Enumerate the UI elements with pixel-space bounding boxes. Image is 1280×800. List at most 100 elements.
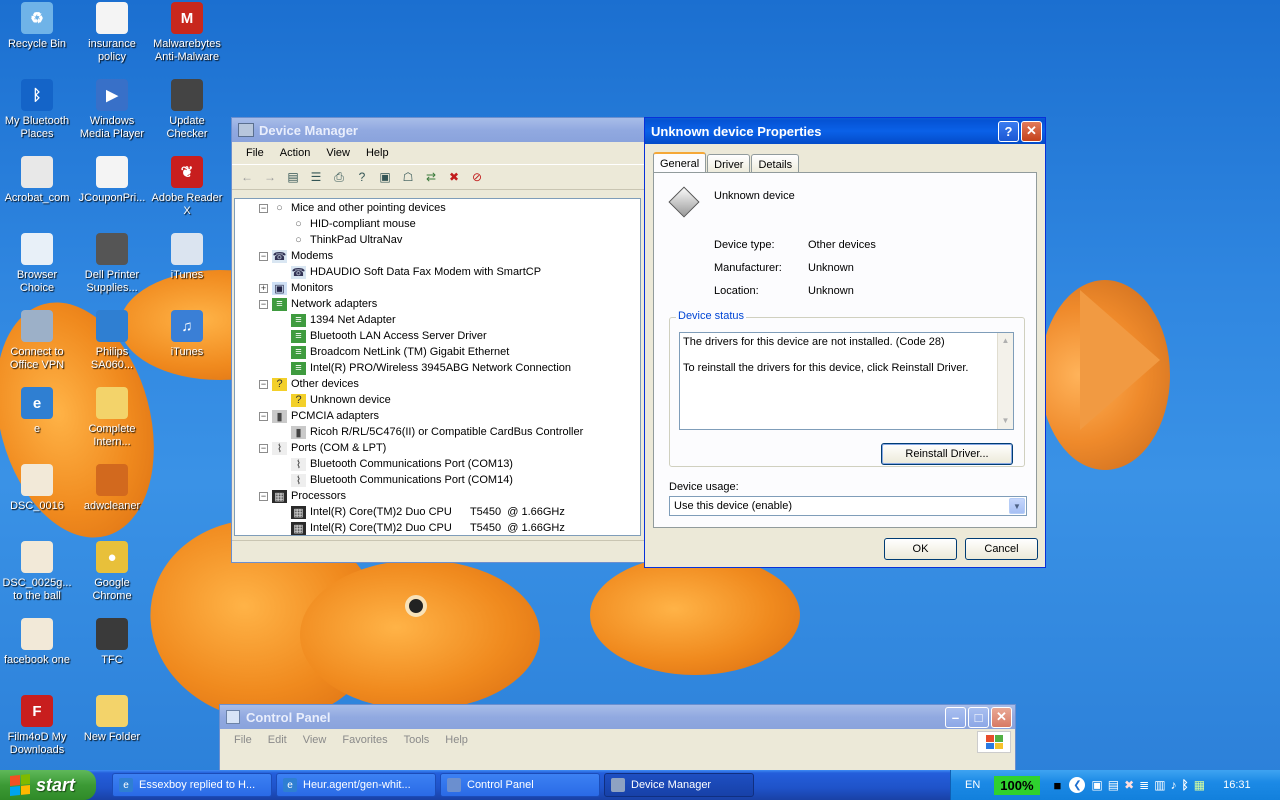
- close-icon[interactable]: ✕: [1021, 120, 1042, 142]
- tree-row[interactable]: ≡ Bluetooth LAN Access Server Driver: [235, 328, 640, 344]
- device-status-textbox[interactable]: The drivers for this device are not inst…: [679, 332, 1014, 430]
- tray-security-icon[interactable]: ✖: [1124, 778, 1134, 792]
- collapse-icon[interactable]: −: [259, 443, 268, 453]
- tree-row[interactable]: ≡ Intel(R) PRO/Wireless 3945ABG Network C…: [235, 360, 640, 376]
- dm-menu-file[interactable]: File: [238, 147, 272, 159]
- start-button[interactable]: start: [0, 770, 96, 800]
- desktop-icon[interactable]: Browser Choice: [0, 233, 74, 295]
- collapse-icon[interactable]: −: [259, 299, 268, 309]
- desktop-icon[interactable]: ❦ Adobe Reader X: [150, 156, 224, 218]
- tray-volume-icon[interactable]: ♪: [1171, 778, 1177, 792]
- scan-hardware-changes-icon[interactable]: ☖: [399, 168, 417, 186]
- dm-menu-help[interactable]: Help: [358, 147, 397, 159]
- control-panel-titlebar[interactable]: Control Panel – □ ✕: [220, 705, 1015, 729]
- desktop-icon[interactable]: DSC_0016: [0, 464, 74, 513]
- language-indicator[interactable]: EN: [965, 779, 980, 791]
- power-icon[interactable]: ■: [1054, 778, 1062, 793]
- tray-app-icon[interactable]: ▣: [1091, 778, 1102, 792]
- tree-row[interactable]: ? Unknown device: [235, 392, 640, 408]
- desktop-icon[interactable]: M Malwarebytes Anti-Malware: [150, 2, 224, 64]
- cp-menu-edit[interactable]: Edit: [260, 734, 295, 746]
- desktop-icon[interactable]: Complete Intern...: [75, 387, 149, 449]
- desktop-icon[interactable]: JCouponPri...: [75, 156, 149, 205]
- desktop-icon[interactable]: ee: [0, 387, 74, 436]
- tab-driver[interactable]: Driver: [707, 154, 751, 174]
- cp-menu-help[interactable]: Help: [437, 734, 476, 746]
- desktop-icon[interactable]: Update Checker: [150, 79, 224, 141]
- tree-row[interactable]: ▮ Ricoh R/RL/5C476(II) or Compatible Card…: [235, 424, 640, 440]
- scroll-down-icon[interactable]: ▼: [998, 413, 1013, 429]
- desktop-icon[interactable]: ▶ Windows Media Player: [75, 79, 149, 141]
- device-usage-select[interactable]: Use this device (enable) ▼: [669, 496, 1027, 516]
- cp-menu-tools[interactable]: Tools: [396, 734, 438, 746]
- taskbar-button[interactable]: Device Manager: [604, 773, 754, 797]
- desktop-icon[interactable]: DSC_0025g... to the ball: [0, 541, 74, 603]
- desktop-icon[interactable]: ♫ iTunes: [150, 310, 224, 359]
- desktop-icon[interactable]: Acrobat_com: [0, 156, 74, 205]
- collapse-icon[interactable]: −: [259, 379, 268, 389]
- tree-row[interactable]: −? Other devices: [235, 376, 640, 392]
- dm-menu-action[interactable]: Action: [272, 147, 319, 159]
- print-icon[interactable]: ⎙: [330, 168, 348, 186]
- properties-icon[interactable]: ☰: [307, 168, 325, 186]
- tree-row[interactable]: ☎ HDAUDIO Soft Data Fax Modem with SmartC…: [235, 264, 640, 280]
- desktop-icon[interactable]: New Folder: [75, 695, 149, 744]
- desktop-icon[interactable]: insurance policy: [75, 2, 149, 64]
- device-manager-titlebar[interactable]: Device Manager: [232, 118, 650, 142]
- update-driver-icon[interactable]: ⇄: [422, 168, 440, 186]
- tree-row[interactable]: ▦ Intel(R) Core(TM)2 Duo CPU T5450 @ 1.66…: [235, 504, 640, 520]
- battery-indicator[interactable]: 100%: [994, 775, 1040, 795]
- tree-row[interactable]: − ⌇ Ports (COM & LPT): [235, 440, 640, 456]
- tree-row[interactable]: ≡ Broadcom NetLink (TM) Gigabit Ethernet: [235, 344, 640, 360]
- help-icon[interactable]: ?: [353, 168, 371, 186]
- desktop-icon[interactable]: TFC: [75, 618, 149, 667]
- chevron-down-icon[interactable]: ▼: [1009, 498, 1025, 514]
- desktop-icon[interactable]: F Film4oD My Downloads: [0, 695, 74, 757]
- tray-network-icon[interactable]: ▤: [1108, 778, 1119, 792]
- tree-row[interactable]: + ▣ Monitors: [235, 280, 640, 296]
- collapse-icon[interactable]: −: [259, 203, 268, 213]
- desktop-icon[interactable]: Dell Printer Supplies...: [75, 233, 149, 295]
- properties-titlebar[interactable]: Unknown device Properties ? ✕: [645, 118, 1045, 144]
- disable-icon[interactable]: ⊘: [468, 168, 486, 186]
- tree-row[interactable]: ▦ Intel(R) Core(TM)2 Duo CPU T5450 @ 1.66…: [235, 520, 640, 535]
- desktop-icon[interactable]: iTunes: [150, 233, 224, 282]
- expand-icon[interactable]: +: [259, 283, 268, 293]
- uninstall-icon[interactable]: ✖: [445, 168, 463, 186]
- maximize-icon[interactable]: □: [968, 706, 989, 728]
- collapse-icon[interactable]: −: [259, 411, 268, 421]
- tree-row[interactable]: − ▮ PCMCIA adapters: [235, 408, 640, 424]
- tree-row[interactable]: − ☎ Modems: [235, 248, 640, 264]
- show-hide-action-pane-icon[interactable]: ▣: [376, 168, 394, 186]
- desktop-icon[interactable]: ᛒ My Bluetooth Places: [0, 79, 74, 141]
- cancel-button[interactable]: Cancel: [965, 538, 1038, 560]
- cp-menu-view[interactable]: View: [295, 734, 335, 746]
- desktop-icon[interactable]: adwcleaner: [75, 464, 149, 513]
- show-hidden-icons-icon[interactable]: ❮: [1069, 777, 1086, 793]
- cp-menu-favorites[interactable]: Favorites: [334, 734, 395, 746]
- taskbar-button[interactable]: Control Panel: [440, 773, 600, 797]
- ok-button[interactable]: OK: [884, 538, 957, 560]
- taskbar-button[interactable]: e Essexboy replied to H...: [112, 773, 272, 797]
- desktop-icon[interactable]: facebook one: [0, 618, 74, 667]
- help-icon[interactable]: ?: [998, 120, 1019, 142]
- status-scrollbar[interactable]: ▲ ▼: [997, 333, 1013, 429]
- minimize-icon[interactable]: –: [945, 706, 966, 728]
- tab-details[interactable]: Details: [751, 154, 800, 174]
- reinstall-driver-button[interactable]: Reinstall Driver...: [881, 443, 1013, 465]
- tree-row[interactable]: − ≡ Network adapters: [235, 296, 640, 312]
- collapse-icon[interactable]: −: [259, 251, 268, 261]
- forward-arrow-icon[interactable]: →: [261, 168, 279, 186]
- tab-general[interactable]: General: [653, 152, 707, 174]
- tree-row[interactable]: ○ ThinkPad UltraNav: [235, 232, 640, 248]
- back-arrow-icon[interactable]: ←: [238, 168, 256, 186]
- tray-monitor-icon[interactable]: ▦: [1194, 778, 1205, 792]
- clock[interactable]: 16:31: [1223, 779, 1251, 791]
- tree-row[interactable]: − ▦ Processors: [235, 488, 640, 504]
- tree-row[interactable]: ≡ 1394 Net Adapter: [235, 312, 640, 328]
- collapse-icon[interactable]: −: [259, 491, 268, 501]
- scroll-up-icon[interactable]: ▲: [998, 333, 1013, 349]
- tree-row[interactable]: ⌇ Bluetooth Communications Port (COM13): [235, 456, 640, 472]
- desktop-icon[interactable]: Connect to Office VPN: [0, 310, 74, 372]
- dm-menu-view[interactable]: View: [318, 147, 358, 159]
